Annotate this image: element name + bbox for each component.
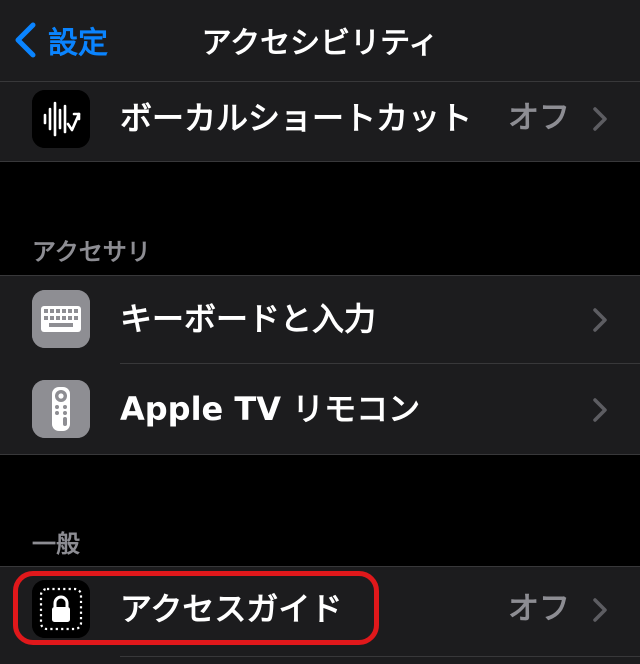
row-value: オフ bbox=[508, 100, 570, 136]
chevron-right-icon bbox=[592, 397, 608, 423]
row-label: Apple TV リモコン bbox=[120, 390, 421, 428]
row-apple-tv-remote[interactable]: Apple TV リモコン bbox=[0, 365, 640, 454]
row-guided-access[interactable]: アクセスガイド オフ bbox=[0, 566, 640, 655]
guided-access-lock-icon bbox=[32, 580, 90, 638]
divider bbox=[0, 454, 640, 455]
tv-remote-icon bbox=[32, 380, 90, 438]
chevron-right-icon bbox=[592, 106, 608, 132]
divider bbox=[0, 161, 640, 162]
row-label: アクセスガイド bbox=[120, 590, 343, 628]
chevron-right-icon bbox=[592, 307, 608, 333]
navigation-bar: 設定 アクセシビリティ bbox=[0, 0, 640, 82]
row-value: オフ bbox=[508, 591, 570, 627]
page-title: アクセシビリティ bbox=[201, 26, 439, 61]
chevron-right-icon bbox=[592, 597, 608, 623]
settings-group-accessories: キーボードと入力 Apple TV リモコン bbox=[0, 275, 640, 455]
row-label: ボーカルショートカット bbox=[120, 99, 473, 137]
section-header-accessories: アクセサリ bbox=[32, 238, 151, 266]
row-keyboard-input[interactable]: キーボードと入力 bbox=[0, 275, 640, 364]
waveform-arrow-icon bbox=[32, 90, 90, 148]
keyboard-icon bbox=[32, 290, 90, 348]
section-header-general: 一般 bbox=[32, 530, 80, 558]
settings-group-top: ボーカルショートカット オフ bbox=[0, 82, 640, 162]
row-label: キーボードと入力 bbox=[120, 300, 377, 338]
settings-group-general: アクセスガイド オフ bbox=[0, 566, 640, 664]
divider bbox=[120, 363, 640, 364]
row-vocal-shortcuts[interactable]: ボーカルショートカット オフ bbox=[0, 82, 640, 162]
divider bbox=[120, 656, 640, 657]
